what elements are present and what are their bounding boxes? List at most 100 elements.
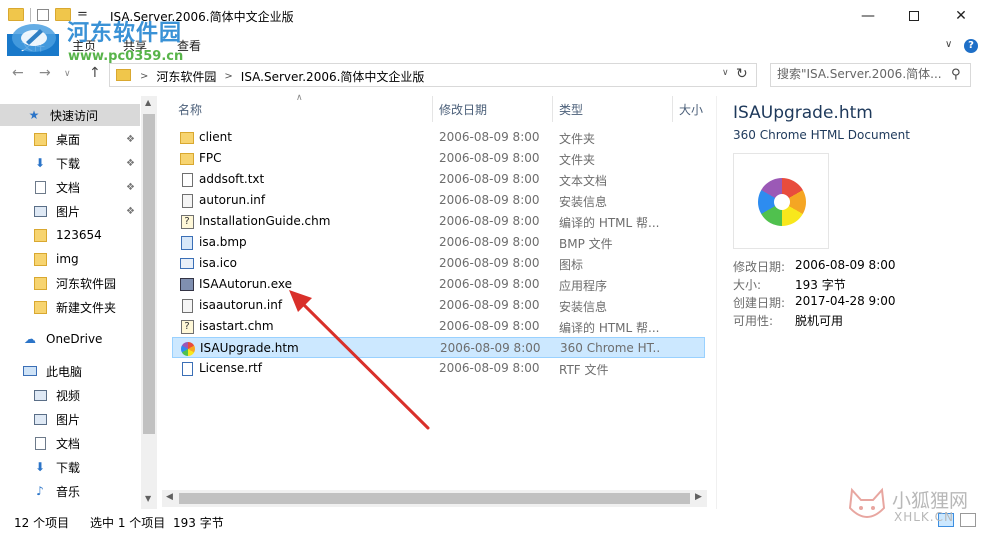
file-name: InstallationGuide.chm xyxy=(199,214,331,228)
nav-item-folder[interactable]: 新建文件夹 xyxy=(0,296,140,318)
file-name: autorun.inf xyxy=(199,193,266,207)
folder-icon xyxy=(32,300,48,314)
scroll-up-icon[interactable]: ▲ xyxy=(145,98,151,107)
nav-onedrive[interactable]: ☁ OneDrive xyxy=(0,328,140,350)
nav-item-documents[interactable]: 文档 xyxy=(0,432,140,454)
file-row[interactable]: client 2006-08-09 8:00 文件夹 xyxy=(172,127,705,148)
nav-label: 桌面 xyxy=(56,132,81,147)
nav-label: 新建文件夹 xyxy=(56,300,117,315)
forward-button[interactable]: → xyxy=(39,65,51,81)
nav-label: 快速访问 xyxy=(50,108,99,123)
recent-locations-icon[interactable]: ∨ xyxy=(64,69,71,79)
chevron-right-icon[interactable]: > xyxy=(140,71,148,82)
address-bar[interactable]: > 河东软件园 > ISA.Server.2006.简体中文企业版 ∨ xyxy=(109,63,757,87)
file-date: 2006-08-09 8:00 xyxy=(439,172,540,186)
column-size[interactable]: 大小 xyxy=(679,101,703,118)
navigation-bar: ← → ∨ ↑ > 河东软件园 > ISA.Server.2006.简体中文企业… xyxy=(0,59,984,91)
up-button[interactable]: ↑ xyxy=(89,65,101,81)
nav-item-folder[interactable]: img xyxy=(0,248,140,270)
breadcrumb-item[interactable]: ISA.Server.2006.简体中文企业版 xyxy=(241,68,425,85)
column-type[interactable]: 类型 xyxy=(559,101,583,118)
file-type: 360 Chrome HT... xyxy=(560,341,660,355)
nav-item-pictures[interactable]: 图片 xyxy=(0,408,140,430)
file-name: isaautorun.inf xyxy=(199,298,283,312)
chm-file-icon: ? xyxy=(180,319,194,334)
pin-icon: ❖ xyxy=(126,181,135,193)
scroll-right-icon[interactable]: ▶ xyxy=(695,492,702,502)
nav-item-folder[interactable]: 河东软件园 xyxy=(0,272,140,294)
item-count: 12 个项目 xyxy=(14,516,70,530)
nav-label: 此电脑 xyxy=(46,364,83,379)
file-row[interactable]: ? isastart.chm 2006-08-09 8:00 编译的 HTML … xyxy=(172,316,705,337)
detail-created: 创建日期: 2017-04-28 9:00 xyxy=(733,294,896,310)
chevron-right-icon[interactable]: > xyxy=(224,71,232,82)
nav-item-desktop[interactable]: 桌面 ❖ xyxy=(0,128,140,150)
close-button[interactable]: ✕ xyxy=(938,0,984,31)
file-row[interactable]: FPC 2006-08-09 8:00 文件夹 xyxy=(172,148,705,169)
nav-scrollbar[interactable]: ▲ ▼ xyxy=(141,96,157,509)
file-type: 文本文档 xyxy=(559,174,608,188)
file-name: isa.bmp xyxy=(199,235,247,249)
file-date: 2006-08-09 8:00 xyxy=(439,235,540,249)
file-type: 编译的 HTML 帮... xyxy=(559,216,659,230)
nav-item-pictures[interactable]: 图片 ❖ xyxy=(0,200,140,222)
back-button[interactable]: ← xyxy=(12,65,24,81)
chrome360-file-icon xyxy=(181,341,195,356)
nav-item-videos[interactable]: 视频 xyxy=(0,384,140,406)
inf-file-icon xyxy=(180,193,194,208)
file-name: License.rtf xyxy=(199,361,262,375)
file-row[interactable]: isa.bmp 2006-08-09 8:00 BMP 文件 xyxy=(172,232,705,253)
folder-icon xyxy=(180,130,194,145)
search-icon[interactable]: ⚲ xyxy=(951,67,961,82)
nav-item-documents[interactable]: 文档 ❖ xyxy=(0,176,140,198)
large-icons-view-button[interactable] xyxy=(960,513,976,527)
file-type: 应用程序 xyxy=(559,279,608,293)
scroll-down-icon[interactable]: ▼ xyxy=(145,494,151,503)
folder-icon xyxy=(32,228,48,242)
address-dropdown-icon[interactable]: ∨ xyxy=(722,68,729,78)
maximize-button[interactable] xyxy=(891,0,937,31)
nav-label: 图片 xyxy=(56,412,81,427)
nav-item-music[interactable]: ♪ 音乐 xyxy=(0,480,140,502)
folder-icon xyxy=(32,276,48,290)
file-date: 2006-08-09 8:00 xyxy=(439,256,540,270)
site-name-watermark: 河东软件园 xyxy=(67,20,183,46)
selected-count: 选中 1 个项目 xyxy=(90,516,166,530)
scrollbar-thumb[interactable] xyxy=(179,493,690,504)
corner-watermark-sub: XHLK.CN xyxy=(894,510,954,524)
nav-this-pc[interactable]: 此电脑 xyxy=(0,360,140,382)
corner-watermark-text: 小狐狸网 xyxy=(892,490,969,512)
file-row[interactable]: ISAAutorun.exe 2006-08-09 8:00 应用程序 xyxy=(172,274,705,295)
column-date[interactable]: 修改日期 xyxy=(439,101,487,118)
pin-icon: ❖ xyxy=(126,133,135,145)
minimize-button[interactable]: — xyxy=(845,0,891,31)
horizontal-scrollbar[interactable]: ◀ ▶ xyxy=(162,490,707,507)
star-icon: ★ xyxy=(28,108,40,122)
download-icon: ⬇ xyxy=(34,460,46,474)
breadcrumb-item[interactable]: 河东软件园 xyxy=(156,68,216,85)
search-input[interactable] xyxy=(777,67,942,81)
nav-item-downloads[interactable]: ⬇ 下载 xyxy=(0,456,140,478)
column-name[interactable]: 名称 xyxy=(178,101,202,118)
folder-icon xyxy=(116,69,131,81)
nav-label: 视频 xyxy=(56,388,81,403)
nav-quick-access[interactable]: ★ 快速访问 xyxy=(0,104,140,126)
computer-icon xyxy=(22,364,38,378)
help-icon[interactable]: ? xyxy=(964,39,978,53)
file-row[interactable]: addsoft.txt 2006-08-09 8:00 文本文档 xyxy=(172,169,705,190)
file-row-selected[interactable]: ISAUpgrade.htm 2006-08-09 8:00 360 Chrom… xyxy=(172,337,705,358)
detail-modified: 修改日期: 2006-08-09 8:00 xyxy=(733,258,896,274)
nav-item-downloads[interactable]: ⬇ 下载 ❖ xyxy=(0,152,140,174)
nav-item-folder[interactable]: 123654 xyxy=(0,224,140,246)
file-row[interactable]: License.rtf 2006-08-09 8:00 RTF 文件 xyxy=(172,358,705,379)
scrollbar-thumb[interactable] xyxy=(143,114,155,434)
status-bar: 12 个项目 选中 1 个项目 193 字节 xyxy=(0,509,984,533)
scroll-left-icon[interactable]: ◀ xyxy=(166,492,173,502)
file-row[interactable]: isaautorun.inf 2006-08-09 8:00 安装信息 xyxy=(172,295,705,316)
file-row[interactable]: ? InstallationGuide.chm 2006-08-09 8:00 … xyxy=(172,211,705,232)
refresh-icon[interactable]: ↻ xyxy=(736,66,748,82)
expand-ribbon-icon[interactable]: ∨ xyxy=(945,39,952,50)
file-row[interactable]: autorun.inf 2006-08-09 8:00 安装信息 xyxy=(172,190,705,211)
search-box[interactable]: ⚲ xyxy=(770,63,971,87)
file-row[interactable]: isa.ico 2006-08-09 8:00 图标 xyxy=(172,253,705,274)
